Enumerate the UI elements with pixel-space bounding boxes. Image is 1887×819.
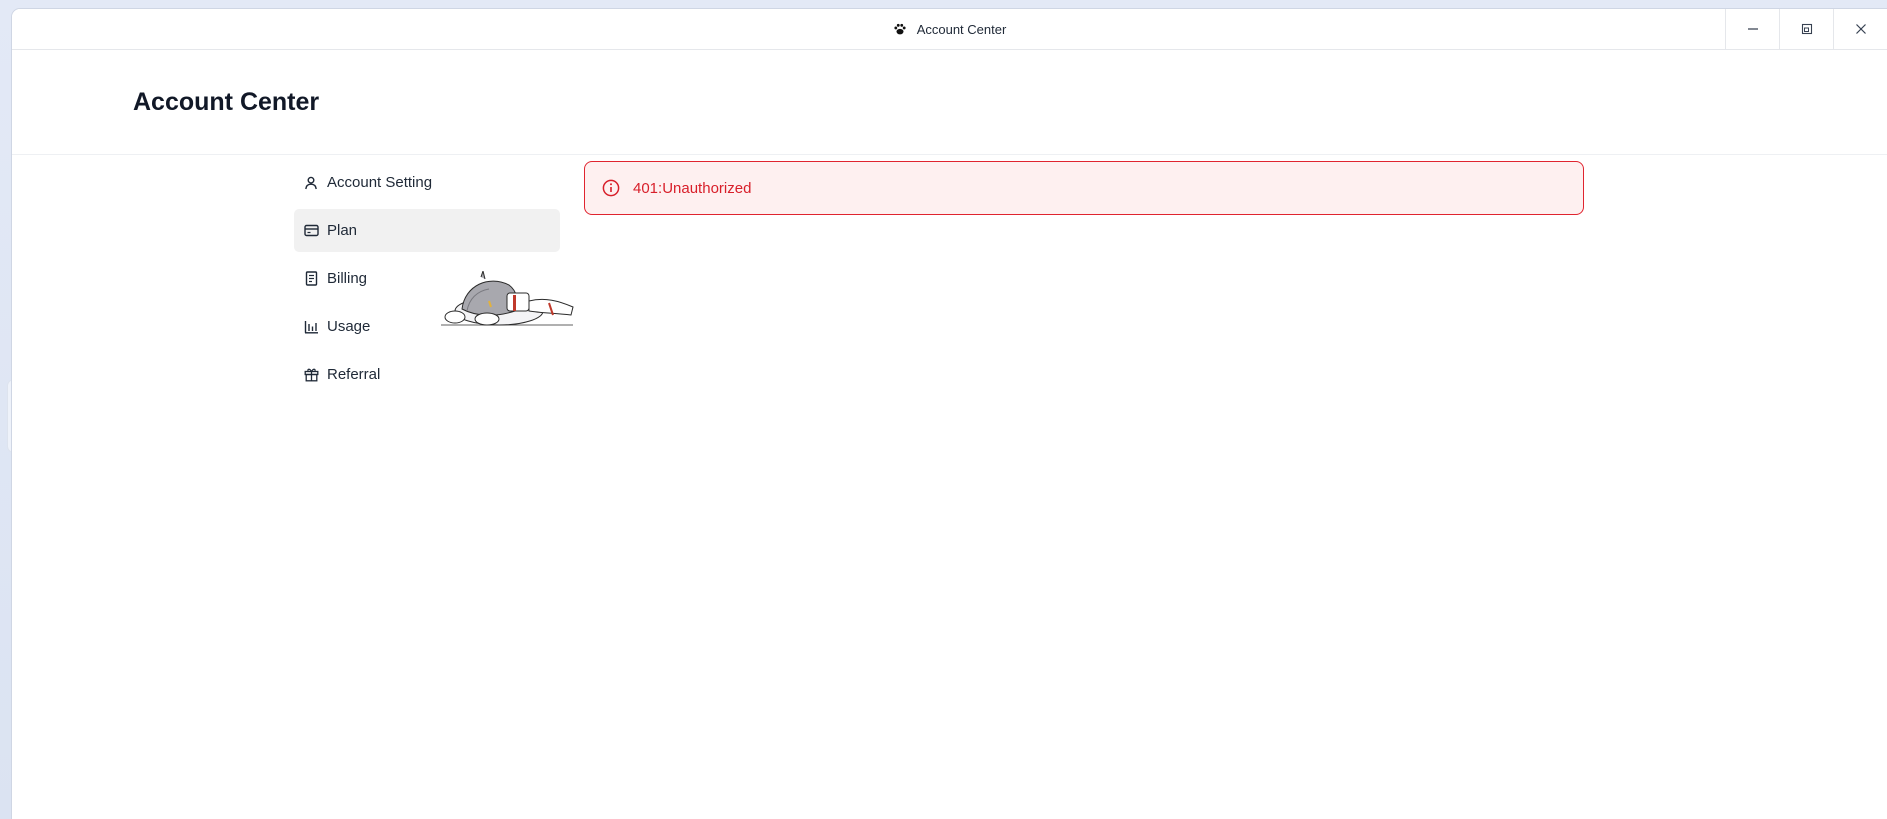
restore-button[interactable]	[1779, 9, 1833, 49]
title-bar-center: Account Center	[12, 9, 1887, 49]
minimize-button[interactable]	[1725, 9, 1779, 49]
close-icon	[1855, 24, 1866, 34]
mascot-illustration	[441, 271, 574, 326]
nav-item-label: Account Setting	[327, 174, 433, 191]
nav-item-referral[interactable]: Referral	[294, 353, 560, 396]
paw-icon	[894, 23, 906, 35]
document-icon	[303, 271, 319, 287]
minimize-icon	[1747, 28, 1758, 30]
restore-icon	[1801, 23, 1812, 35]
nav-item-plan[interactable]: Plan	[294, 209, 560, 252]
nav-item-label: Billing	[327, 270, 368, 287]
nav-item-account-setting[interactable]: Account Setting	[294, 161, 560, 204]
gift-icon	[303, 367, 319, 383]
alert-message: 401:Unauthorized	[633, 179, 752, 197]
page-header: Account Center	[12, 50, 1887, 155]
bar-chart-icon	[303, 319, 319, 335]
user-icon	[303, 175, 319, 191]
app-window: Account Center Account Center	[12, 9, 1887, 819]
nav-item-label: Referral	[327, 366, 381, 383]
nav-item-label: Usage	[327, 318, 371, 335]
window-title: Account Center	[916, 21, 1007, 37]
page-title: Account Center	[133, 88, 320, 116]
nav-item-label: Plan	[327, 222, 358, 239]
credit-card-icon	[303, 223, 319, 239]
error-alert: 401:Unauthorized	[584, 161, 1584, 215]
close-button[interactable]	[1833, 9, 1887, 49]
window-controls	[1725, 9, 1887, 49]
info-circle-icon	[602, 179, 620, 197]
title-bar[interactable]: Account Center	[12, 9, 1887, 50]
